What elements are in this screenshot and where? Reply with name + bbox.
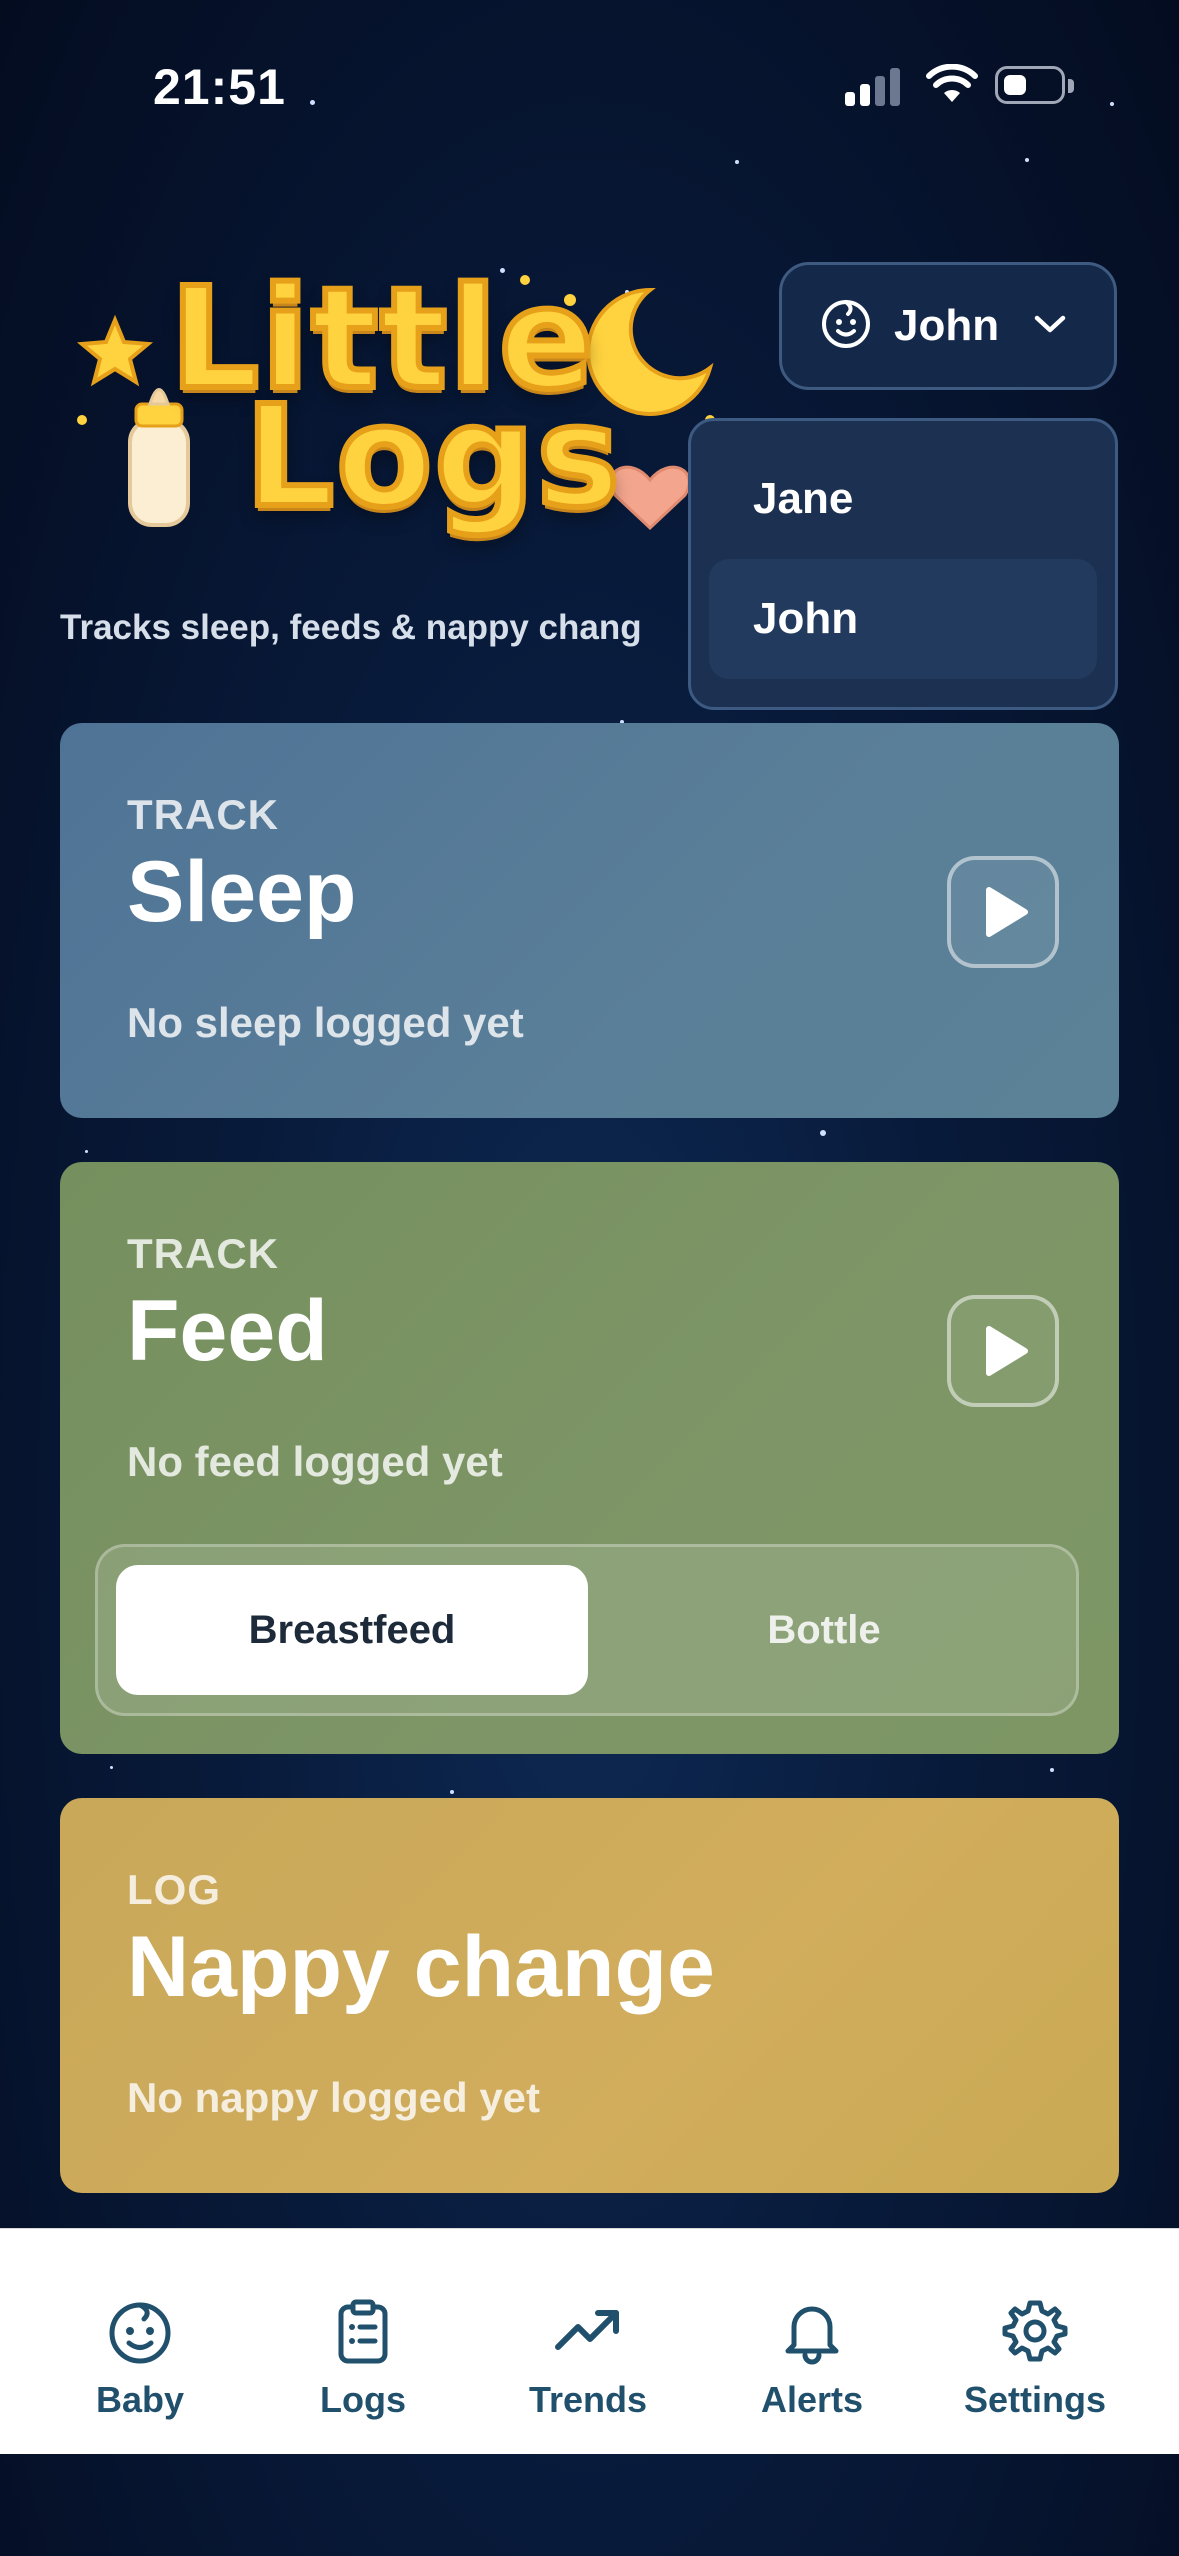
tagline: Tracks sleep, feeds & nappy chang (60, 608, 642, 647)
breastfeed-option[interactable]: Breastfeed (116, 1565, 588, 1695)
dropdown-option-john[interactable]: John (709, 559, 1097, 679)
nappy-card[interactable]: LOG Nappy change No nappy logged yet (60, 1798, 1119, 2193)
tab-settings[interactable]: Settings (925, 2229, 1145, 2454)
wifi-icon (926, 63, 978, 109)
nappy-kicker: LOG (127, 1866, 221, 1913)
trending-up-icon (555, 2310, 619, 2350)
star (1025, 158, 1029, 162)
sleep-status: No sleep logged yet (127, 999, 524, 1046)
nappy-status: No nappy logged yet (127, 2074, 541, 2121)
baby-face-icon (109, 2302, 171, 2364)
feed-kicker: TRACK (127, 1230, 279, 1277)
star (735, 160, 739, 164)
start-sleep-button[interactable] (947, 856, 1059, 968)
star (450, 1790, 454, 1794)
star (310, 100, 315, 105)
star (1110, 102, 1114, 106)
nappy-title: Nappy change (127, 1919, 715, 2015)
baby-selector[interactable]: John (779, 262, 1117, 390)
chevron-down-icon (1033, 313, 1067, 340)
tab-label: Baby (95, 2379, 185, 2420)
bell-icon (785, 2306, 839, 2365)
tab-bar: Baby Logs Trends Alerts Settings (0, 2228, 1179, 2454)
play-icon (986, 887, 1028, 937)
clipboard-list-icon (338, 2299, 388, 2364)
tab-trends[interactable]: Trends (478, 2229, 698, 2454)
baby-face-icon (820, 298, 872, 355)
tab-label: Trends (528, 2379, 648, 2420)
bottle-option[interactable]: Bottle (588, 1565, 1060, 1695)
star (820, 1130, 826, 1136)
tab-alerts[interactable]: Alerts (702, 2229, 922, 2454)
cellular-signal-icon (845, 68, 900, 106)
sleep-title: Sleep (127, 844, 357, 940)
dropdown-option-jane[interactable]: Jane (709, 439, 1097, 559)
status-time: 21:51 (153, 59, 286, 115)
gear-icon (1002, 2300, 1068, 2362)
app-logo: Little Logs (70, 267, 730, 570)
sleep-kicker: TRACK (127, 791, 279, 838)
battery-icon (995, 66, 1074, 104)
feed-status: No feed logged yet (127, 1438, 503, 1485)
tab-baby[interactable]: Baby (30, 2229, 250, 2454)
tab-logs[interactable]: Logs (253, 2229, 473, 2454)
star (1050, 1768, 1054, 1772)
baby-dropdown-menu: Jane John (688, 418, 1118, 710)
feed-type-segmented-control: Breastfeed Bottle (95, 1544, 1079, 1716)
star (110, 1766, 113, 1769)
selected-baby-name: John (894, 301, 1000, 350)
start-feed-button[interactable] (947, 1295, 1059, 1407)
sleep-card[interactable]: TRACK Sleep No sleep logged yet (60, 723, 1119, 1118)
tab-label: Settings (963, 2379, 1106, 2420)
feed-card[interactable]: TRACK Feed No feed logged yet Breastfeed… (60, 1162, 1119, 1754)
feed-title: Feed (127, 1283, 328, 1379)
tab-label: Logs (320, 2379, 406, 2420)
logo-text-line2: Logs (242, 376, 623, 539)
tab-label: Alerts (760, 2379, 864, 2420)
play-icon (986, 1326, 1028, 1376)
star (85, 1150, 88, 1153)
